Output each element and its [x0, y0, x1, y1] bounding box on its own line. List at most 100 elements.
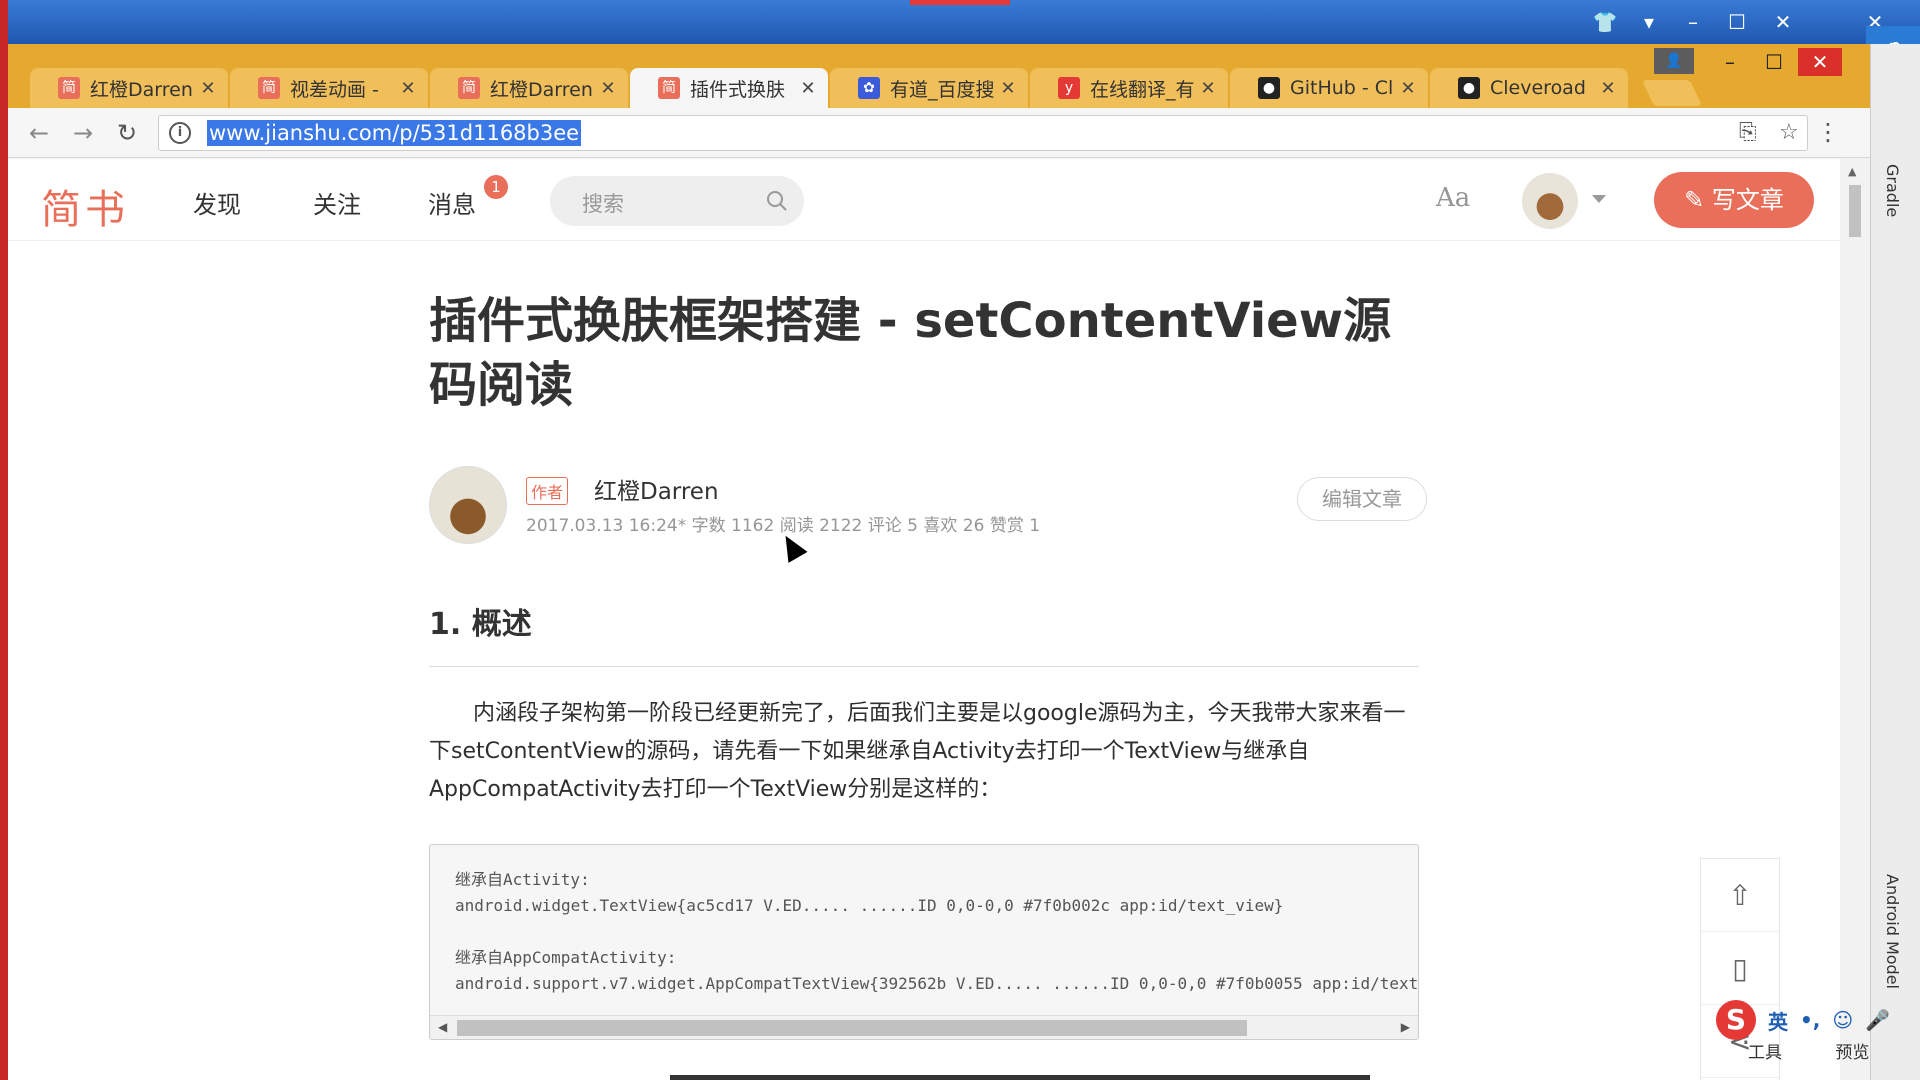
- tab-title: 有道_百度搜: [890, 78, 995, 101]
- emoji-icon[interactable]: ☺: [1832, 1008, 1853, 1032]
- font-settings-button[interactable]: Aa: [1436, 183, 1470, 213]
- search-icon[interactable]: [766, 190, 788, 212]
- translate-icon[interactable]: ⎘: [1739, 120, 1757, 145]
- close-icon[interactable]: ✕: [1768, 8, 1798, 36]
- taskbar-edge: [670, 1075, 1370, 1080]
- nav-follow[interactable]: 关注: [313, 185, 361, 220]
- tab-close-icon[interactable]: ✕: [398, 78, 418, 99]
- back-to-top-icon[interactable]: ⇧: [1701, 859, 1779, 932]
- ide-side-panel: Gradle Android Model: [1870, 44, 1920, 1080]
- minimize-icon[interactable]: –: [1678, 8, 1708, 36]
- url-text[interactable]: www.jianshu.com/p/531d1168b3ee: [207, 120, 582, 146]
- ime-tools[interactable]: 工具: [1748, 1043, 1782, 1063]
- omnibar: ← → ↻ i www.jianshu.com/p/531d1168b3ee ⎘…: [8, 108, 1870, 158]
- reload-icon[interactable]: ↻: [112, 118, 142, 148]
- site-logo[interactable]: 简书: [41, 177, 129, 235]
- new-tab-button[interactable]: [1641, 80, 1703, 106]
- edit-article-button[interactable]: 编辑文章: [1297, 477, 1427, 521]
- window-edge: [0, 0, 8, 1080]
- back-icon[interactable]: ←: [24, 118, 54, 148]
- window-close-icon[interactable]: ✕: [1798, 48, 1842, 76]
- write-article-label: 写文章: [1711, 186, 1784, 214]
- jianshu-icon: 简: [658, 77, 680, 99]
- tab-title: GitHub - Cl: [1290, 77, 1394, 99]
- skin-icon[interactable]: 👕: [1590, 8, 1620, 36]
- dropdown-icon[interactable]: ▾: [1634, 8, 1664, 36]
- tab-6[interactable]: ● GitHub - Cl ✕: [1230, 68, 1428, 108]
- vertical-scrollbar[interactable]: ▲: [1840, 159, 1870, 1080]
- message-badge: 1: [484, 175, 508, 199]
- nav-discover[interactable]: 发现: [193, 185, 241, 220]
- tab-title: Cleveroad: [1490, 77, 1586, 99]
- ime-preview[interactable]: 预览: [1835, 1043, 1869, 1063]
- write-article-button[interactable]: ✎ 写文章: [1654, 172, 1814, 228]
- search-placeholder: 搜索: [582, 192, 624, 216]
- author-avatar[interactable]: [429, 466, 507, 544]
- code-text: 继承自Activity: android.widget.TextView{ac5…: [455, 870, 1419, 993]
- scroll-up-icon[interactable]: ▲: [1848, 165, 1856, 178]
- chevron-down-icon[interactable]: [1592, 195, 1606, 203]
- user-icon[interactable]: 👤: [1654, 48, 1694, 74]
- site-header: 简书 发现 关注 消息 1 搜索 Aa ✎ 写文章: [8, 159, 1840, 241]
- tab-0[interactable]: 简红橙Darren ✕: [30, 68, 228, 108]
- vertical-scrollbar-thumb[interactable]: [1849, 185, 1861, 237]
- youdao-icon: y: [1058, 77, 1080, 99]
- tab-3[interactable]: 简插件式换肤 ✕: [630, 68, 828, 108]
- sogou-icon[interactable]: S: [1716, 1000, 1756, 1040]
- tab-close-icon[interactable]: ✕: [998, 78, 1018, 99]
- android-model-tab[interactable]: Android Model: [1883, 874, 1902, 989]
- github-icon: ●: [1258, 77, 1280, 99]
- tab-2[interactable]: 简红橙Darren ✕: [430, 68, 628, 108]
- divider: [429, 666, 1419, 667]
- scroll-left-icon[interactable]: ◀: [438, 1020, 447, 1034]
- ime-language[interactable]: 英: [1768, 1006, 1788, 1035]
- window-maximize-icon[interactable]: ☐: [1752, 48, 1796, 76]
- jianshu-icon: 简: [58, 77, 80, 99]
- tab-close-icon[interactable]: ✕: [598, 78, 618, 99]
- tab-title: 红橙Darren: [490, 78, 593, 101]
- tab-close-icon[interactable]: ✕: [198, 78, 218, 99]
- web-page: 简书 发现 关注 消息 1 搜索 Aa ✎ 写文章 插件式换肤框架搭建 - se…: [8, 159, 1840, 1080]
- scroll-right-icon[interactable]: ▶: [1401, 1020, 1410, 1034]
- tab-close-icon[interactable]: ✕: [1198, 78, 1218, 99]
- code-block[interactable]: 继承自Activity: android.widget.TextView{ac5…: [429, 844, 1419, 1040]
- recording-indicator: [910, 0, 1010, 5]
- tab-5[interactable]: y 在线翻译_有 ✕: [1030, 68, 1228, 108]
- tab-7[interactable]: ● Cleveroad ✕: [1430, 68, 1628, 108]
- tab-close-icon[interactable]: ✕: [1398, 78, 1418, 99]
- tab-title: 红橙Darren: [90, 78, 193, 101]
- tab-title: 视差动画 -: [290, 78, 379, 101]
- gradle-tab[interactable]: Gradle: [1883, 164, 1902, 217]
- baidu-paw-icon: ✿: [858, 77, 880, 99]
- author-tag: 作者: [526, 477, 569, 505]
- jianshu-icon: 简: [258, 77, 280, 99]
- maximize-icon[interactable]: ☐: [1722, 8, 1752, 36]
- nav-messages[interactable]: 消息: [428, 185, 476, 220]
- menu-icon[interactable]: ⋮: [1816, 118, 1840, 146]
- tab-1[interactable]: 简视差动画 - ✕: [230, 68, 428, 108]
- punctuation-icon[interactable]: •,: [1800, 1008, 1820, 1032]
- address-bar[interactable]: i www.jianshu.com/p/531d1168b3ee ⎘ ☆: [158, 115, 1808, 151]
- avatar[interactable]: [1522, 173, 1578, 229]
- article-paragraph: 内涵段子架构第一阶段已经更新完了，后面我们主要是以google源码为主，今天我带…: [429, 701, 1406, 802]
- tab-4[interactable]: ✿ 有道_百度搜 ✕: [830, 68, 1028, 108]
- search-input[interactable]: 搜索: [550, 176, 804, 226]
- ime-toolbar: S 英 •, ☺ 🎤: [1712, 1000, 1920, 1040]
- mic-icon[interactable]: 🎤: [1865, 1008, 1890, 1032]
- author-name[interactable]: 红橙Darren: [594, 472, 719, 506]
- scrollbar-thumb[interactable]: [457, 1020, 1247, 1036]
- forward-icon[interactable]: →: [68, 118, 98, 148]
- jianshu-icon: 简: [458, 77, 480, 99]
- window-minimize-icon[interactable]: –: [1708, 48, 1752, 76]
- browser-window: 简红橙Darren ✕ 简视差动画 - ✕ 简红橙Darren ✕ 简插件式换肤 ✕ ✿ 有道_…: [8, 44, 1870, 1080]
- bookmark-icon[interactable]: ▯: [1701, 932, 1779, 1005]
- tab-close-icon[interactable]: ✕: [798, 78, 818, 99]
- tab-strip: 简红橙Darren ✕ 简视差动画 - ✕ 简红橙Darren ✕ 简插件式换肤 ✕ ✿ 有道_…: [8, 44, 1870, 108]
- article-title: 插件式换肤框架搭建 - setContentView源码阅读: [429, 293, 1392, 413]
- bookmark-star-icon[interactable]: ☆: [1779, 120, 1799, 145]
- section-heading: 1. 概述: [429, 607, 532, 642]
- tab-close-icon[interactable]: ✕: [1598, 78, 1618, 99]
- info-icon[interactable]: i: [169, 122, 191, 144]
- github-icon: ●: [1458, 77, 1480, 99]
- horizontal-scrollbar[interactable]: ◀ ▶: [430, 1015, 1418, 1039]
